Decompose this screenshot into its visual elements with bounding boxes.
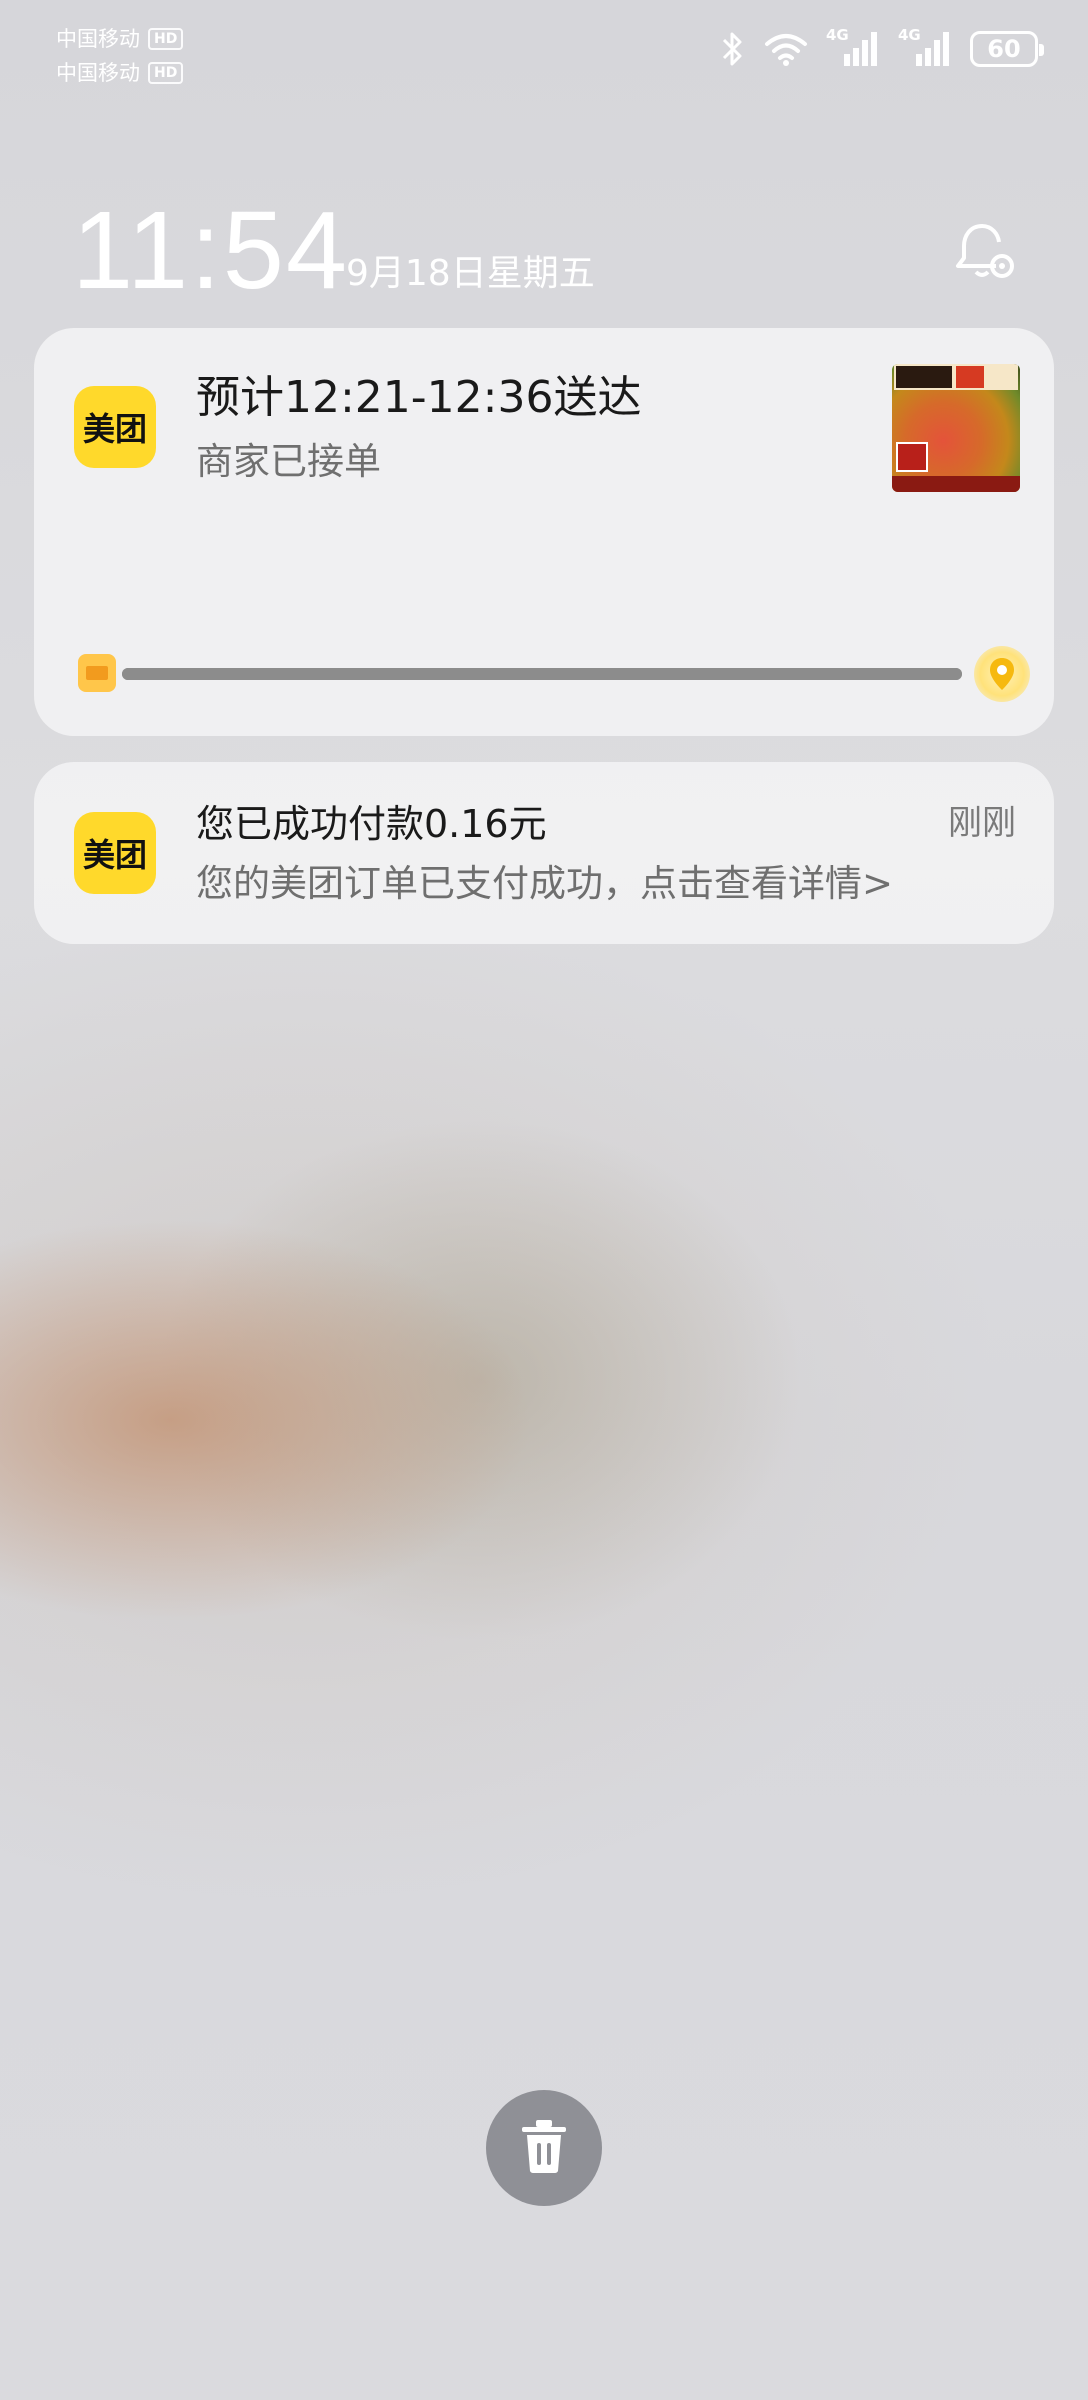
carrier-row-1: 中国移动 HD xyxy=(56,22,184,56)
notification-settings-icon[interactable] xyxy=(952,220,1016,284)
notification-time: 刚刚 xyxy=(948,803,1016,843)
lockscreen-date: 9月18日星期五 xyxy=(346,253,595,294)
carrier-name-1: 中国移动 xyxy=(56,27,140,51)
carrier-row-2: 中国移动 HD xyxy=(56,56,184,90)
notification-subtitle: 商家已接单 xyxy=(196,440,381,483)
carrier-name-2: 中国移动 xyxy=(56,61,140,85)
notification-subtitle: 您的美团订单已支付成功，点击查看详情> xyxy=(196,862,894,905)
delivery-progress-fill xyxy=(122,668,962,680)
hd-badge-2: HD xyxy=(148,62,184,84)
notification-title: 您已成功付款0.16元 xyxy=(196,802,547,846)
meituan-app-icon: 美团 xyxy=(74,812,156,894)
food-thumbnail xyxy=(892,364,1020,492)
status-carriers: 中国移动 HD 中国移动 HD xyxy=(56,22,184,90)
location-pin-icon xyxy=(974,646,1030,702)
hd-badge-1: HD xyxy=(148,28,184,50)
payment-notification[interactable]: 美团 您已成功付款0.16元 您的美团订单已支付成功，点击查看详情> 刚刚 xyxy=(34,762,1054,944)
battery-icon: 60 xyxy=(970,31,1044,67)
bluetooth-icon xyxy=(720,30,746,68)
notification-title: 预计12:21-12:36送达 xyxy=(196,372,642,423)
shop-icon xyxy=(78,654,116,692)
signal-icon-2: 4G xyxy=(898,26,952,68)
clear-notifications-button[interactable] xyxy=(486,2090,602,2206)
status-icons: 4G 4G 60 xyxy=(720,26,1044,68)
trash-icon xyxy=(518,2117,570,2179)
wifi-icon xyxy=(764,32,808,66)
signal-icon: 4G xyxy=(826,26,880,68)
lockscreen-clock: 11:54 xyxy=(72,189,350,312)
delivery-notification[interactable]: 美团 预计12:21-12:36送达 商家已接单 xyxy=(34,328,1054,736)
delivery-progress-bar xyxy=(122,668,962,680)
meituan-app-icon: 美团 xyxy=(74,386,156,468)
